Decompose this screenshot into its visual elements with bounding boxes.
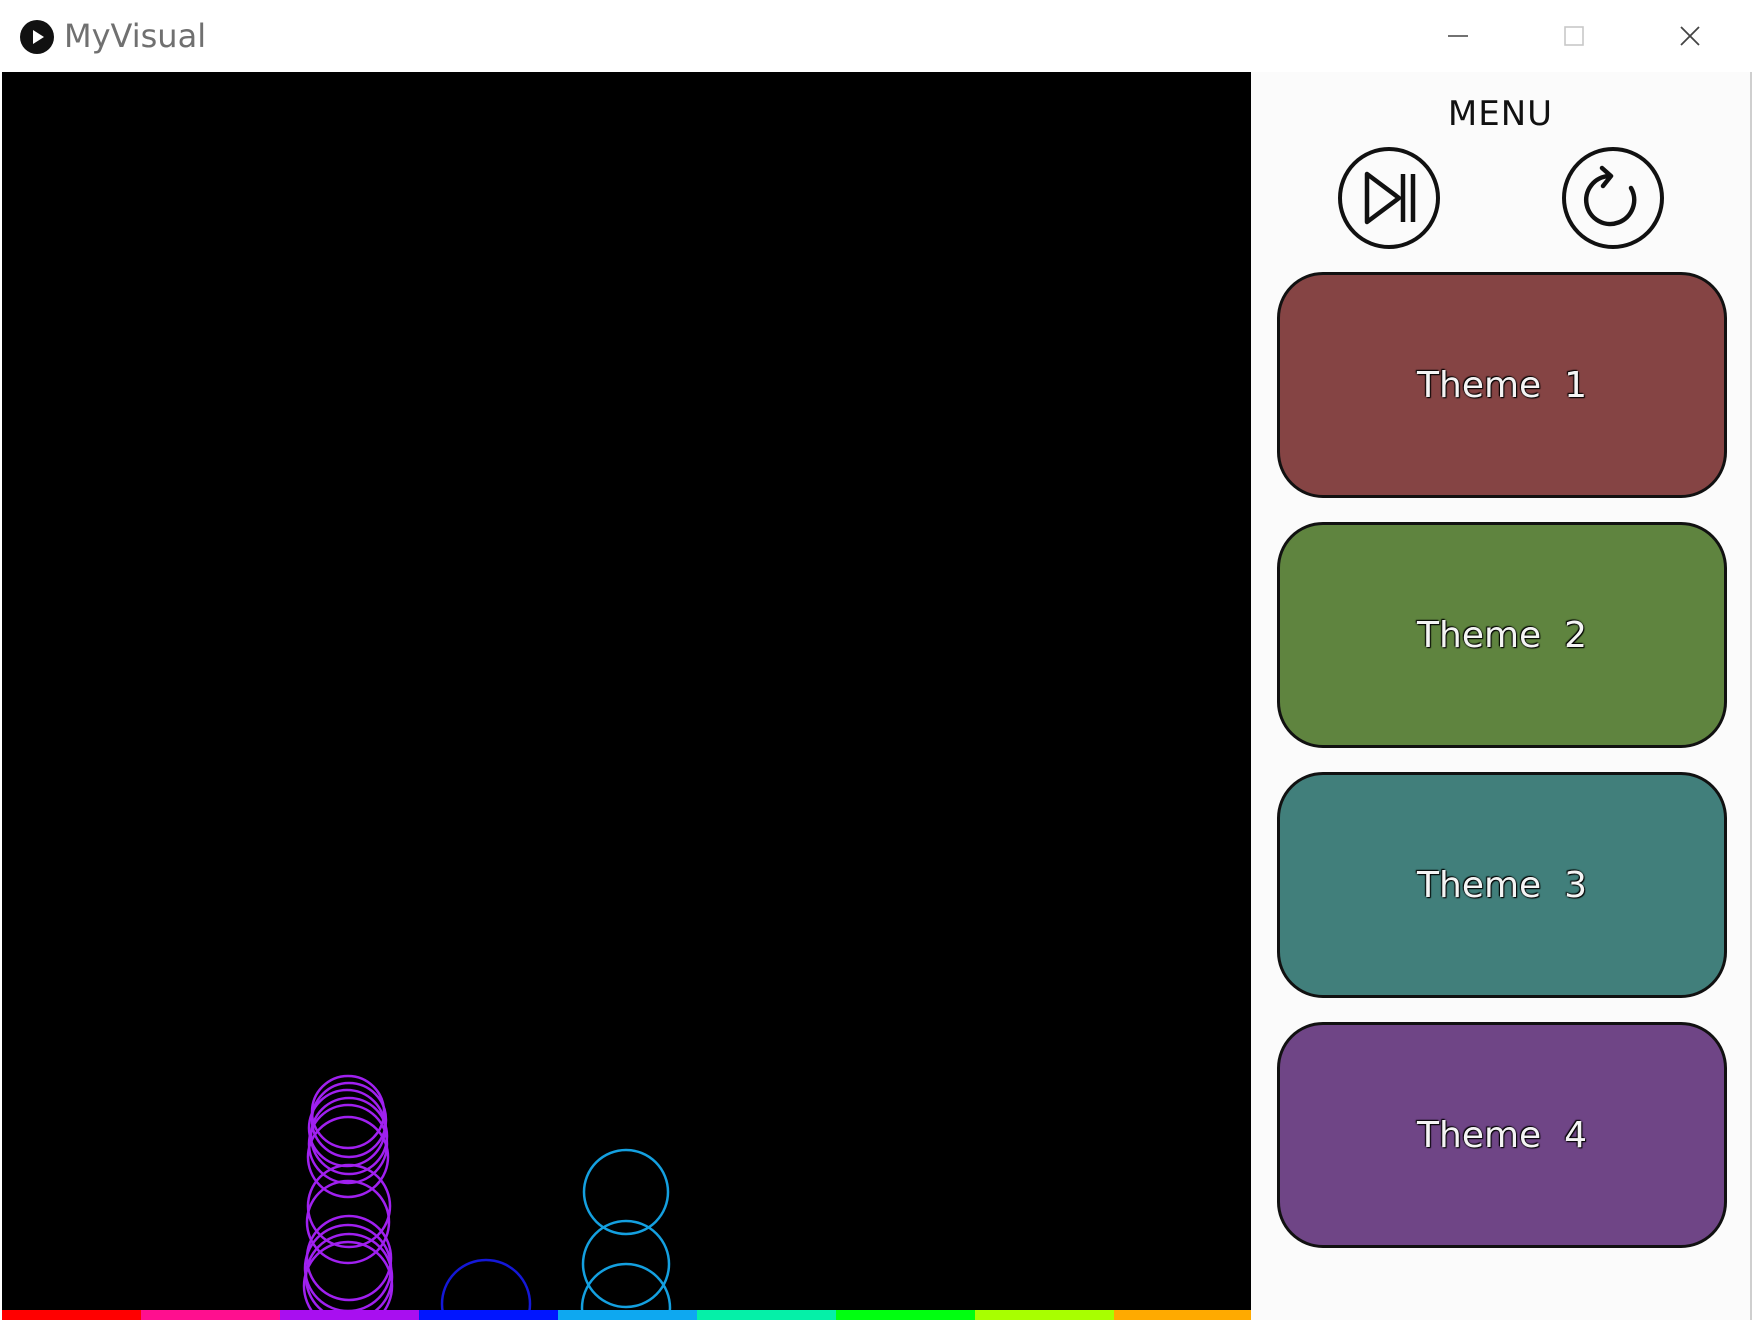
- visualizer-drawing: [2, 1074, 1251, 1320]
- cyan-ring-cluster: [580, 1148, 672, 1320]
- theme-2-label: Theme 2: [1417, 614, 1587, 656]
- window-title: MyVisual: [64, 17, 207, 55]
- restart-icon: [1562, 147, 1664, 249]
- app-window: MyVisual MENU Theme 1 Theme 2 Theme 3 Th…: [0, 0, 1752, 1320]
- theme-3-label: Theme 3: [1417, 864, 1587, 906]
- visualizer-canvas[interactable]: [2, 72, 1251, 1320]
- theme-2-button[interactable]: Theme 2: [1277, 522, 1727, 748]
- close-button[interactable]: [1632, 0, 1748, 72]
- minimize-icon: [1448, 35, 1468, 37]
- close-icon: [1680, 26, 1700, 46]
- theme-3-button[interactable]: Theme 3: [1277, 772, 1727, 998]
- play-pause-button[interactable]: [1337, 146, 1441, 250]
- purple-ring-cluster: [302, 1074, 394, 1320]
- restart-button[interactable]: [1561, 146, 1665, 250]
- app-logo-icon: [20, 20, 54, 54]
- title-bar: MyVisual: [0, 0, 1752, 72]
- theme-1-label: Theme 1: [1417, 364, 1587, 406]
- theme-1-button[interactable]: Theme 1: [1277, 272, 1727, 498]
- maximize-icon: [1564, 26, 1584, 46]
- spectrum-bar: [2, 1310, 1251, 1320]
- theme-4-label: Theme 4: [1417, 1114, 1587, 1156]
- theme-4-button[interactable]: Theme 4: [1277, 1022, 1727, 1248]
- maximize-button[interactable]: [1516, 0, 1632, 72]
- menu-panel: MENU Theme 1 Theme 2 Theme 3 Theme 4: [1251, 72, 1750, 1320]
- menu-title: MENU: [1447, 94, 1554, 134]
- play-pause-icon: [1338, 147, 1440, 249]
- minimize-button[interactable]: [1400, 0, 1516, 72]
